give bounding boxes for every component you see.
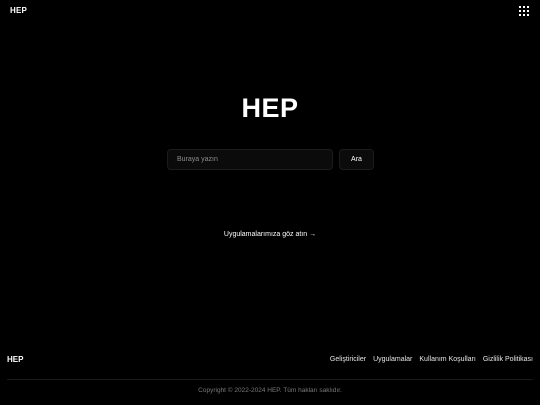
footer-logo[interactable]: HEP <box>7 355 23 364</box>
footer-link-terms[interactable]: Kullanım Koşulları <box>419 356 475 363</box>
search-button[interactable]: Ara <box>339 149 374 170</box>
grid-dot <box>527 6 529 8</box>
browse-apps-link[interactable]: Uygulamalarımıza göz atın → <box>0 231 540 238</box>
page: HEP HEP Ara Uygulamalarımıza göz atın → … <box>0 0 540 405</box>
grid-dot <box>519 6 521 8</box>
grid-dot <box>523 14 525 16</box>
footer-divider <box>7 379 533 380</box>
search-input[interactable] <box>167 149 333 170</box>
grid-dot <box>523 6 525 8</box>
header-logo[interactable]: HEP <box>10 6 27 15</box>
grid-dot <box>527 10 529 12</box>
footer-link-apps[interactable]: Uygulamalar <box>373 356 412 363</box>
grid-dot <box>527 14 529 16</box>
grid-dot <box>519 10 521 12</box>
hero-title: HEP <box>241 93 299 123</box>
grid-icon[interactable] <box>519 6 529 16</box>
grid-dot <box>523 10 525 12</box>
copyright-text: Copyright © 2022-2024 HEP. Tüm hakları s… <box>198 387 342 394</box>
footer-link-developers[interactable]: Geliştiriciler <box>330 356 366 363</box>
footer-links: Geliştiriciler Uygulamalar Kullanım Koşu… <box>330 356 533 363</box>
footer-link-privacy[interactable]: Gizlilik Politikası <box>483 356 533 363</box>
grid-dot <box>519 14 521 16</box>
